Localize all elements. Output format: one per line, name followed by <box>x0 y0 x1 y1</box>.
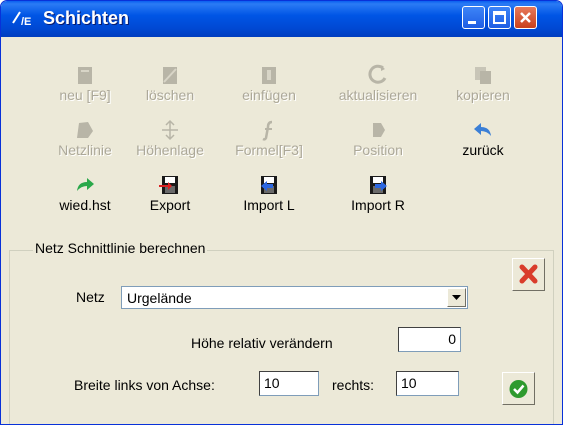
toolbar-delete-button[interactable]: löschen <box>124 64 216 108</box>
delete-icon <box>163 67 177 84</box>
toolbar-insert-button[interactable]: einfügen <box>223 64 315 108</box>
toolbar-formula-button[interactable]: Formel[F3] <box>223 119 315 163</box>
toolbar-new-label: neu [F9] <box>59 87 111 103</box>
toolbar-position-label: Position <box>353 142 403 158</box>
cancel-button[interactable] <box>512 258 545 291</box>
toolbar-delete-label: löschen <box>145 87 195 103</box>
schichten-window: /E Schichten neu [F9] löschen einfügen a… <box>0 0 563 425</box>
ok-button[interactable] <box>502 372 535 405</box>
toolbar-import-left-button[interactable]: Import L <box>223 174 315 218</box>
toolbar-redo-label: wied.hst <box>59 197 111 213</box>
app-icon: /E <box>12 11 31 27</box>
close-button[interactable] <box>514 6 537 29</box>
toolbar-undo-button[interactable]: zurück <box>437 119 529 163</box>
check-icon <box>509 380 528 398</box>
height-input-value: 0 <box>448 331 456 347</box>
toolbar-height-label: Höhenlage <box>136 142 204 158</box>
copy-icon <box>475 67 491 84</box>
toolbar-undo-label: zurück <box>462 142 504 158</box>
toolbar-meshline-button[interactable]: Netzlinie <box>39 119 131 163</box>
width-right-input[interactable]: 10 <box>396 371 459 396</box>
toolbar-position-button[interactable]: Position <box>332 119 424 163</box>
height-position-icon <box>162 119 178 141</box>
toolbar-insert-label: einfügen <box>242 87 296 103</box>
refresh-icon <box>368 64 387 84</box>
width-left-input-value: 10 <box>264 375 280 391</box>
export-disk-icon <box>159 176 178 194</box>
height-label: Höhe relativ verändern <box>191 335 333 351</box>
width-left-input[interactable]: 10 <box>259 371 319 396</box>
chevron-down-icon <box>452 295 461 300</box>
insert-icon <box>262 67 276 84</box>
close-icon <box>520 12 531 23</box>
width-left-label: Breite links von Achse: <box>74 377 215 393</box>
toolbar-copy-label: kopieren <box>456 87 510 103</box>
netz-label: Netz <box>76 289 105 305</box>
import-right-icon <box>370 176 387 194</box>
height-input[interactable]: 0 <box>398 327 461 352</box>
toolbar-new-button[interactable]: neu [F9] <box>39 64 131 108</box>
undo-icon <box>474 123 491 136</box>
formula-icon <box>262 120 273 141</box>
close-icon <box>519 264 538 284</box>
toolbar-import-left-label: Import L <box>243 197 295 213</box>
title-bar[interactable]: /E Schichten <box>1 1 562 37</box>
right-label: rechts: <box>332 377 375 393</box>
toolbar-export-button[interactable]: Export <box>124 174 216 218</box>
toolbar-refresh-button[interactable]: aktualisieren <box>332 64 424 108</box>
svg-text:/E: /E <box>21 16 31 27</box>
redo-icon <box>77 178 94 191</box>
mesh-line-icon <box>77 122 93 138</box>
position-icon <box>373 123 385 137</box>
minimize-button[interactable] <box>462 6 485 29</box>
toolbar-formula-label: Formel[F3] <box>235 142 303 158</box>
minimize-icon <box>468 21 476 24</box>
toolbar-export-label: Export <box>149 197 191 213</box>
toolbar-copy-button[interactable]: kopieren <box>437 64 529 108</box>
dropdown-button[interactable] <box>447 288 466 307</box>
width-right-input-value: 10 <box>401 375 417 391</box>
group-legend: Netz Schnittlinie berechnen <box>33 240 208 256</box>
netz-select-value: Urgelände <box>127 290 192 306</box>
toolbar-import-right-label: Import R <box>351 197 405 213</box>
netz-select[interactable]: Urgelände <box>121 286 468 309</box>
toolbar-import-right-button[interactable]: Import R <box>332 174 424 218</box>
maximize-button[interactable] <box>488 6 511 29</box>
toolbar-redo-button[interactable]: wied.hst <box>39 174 131 218</box>
new-icon <box>78 67 92 84</box>
import-left-icon <box>261 176 277 194</box>
toolbar-meshline-label: Netzlinie <box>58 142 112 158</box>
toolbar-refresh-label: aktualisieren <box>338 87 418 103</box>
toolbar-height-button[interactable]: Höhenlage <box>124 119 216 163</box>
window-title: Schichten <box>43 8 130 28</box>
maximize-icon <box>493 11 506 24</box>
